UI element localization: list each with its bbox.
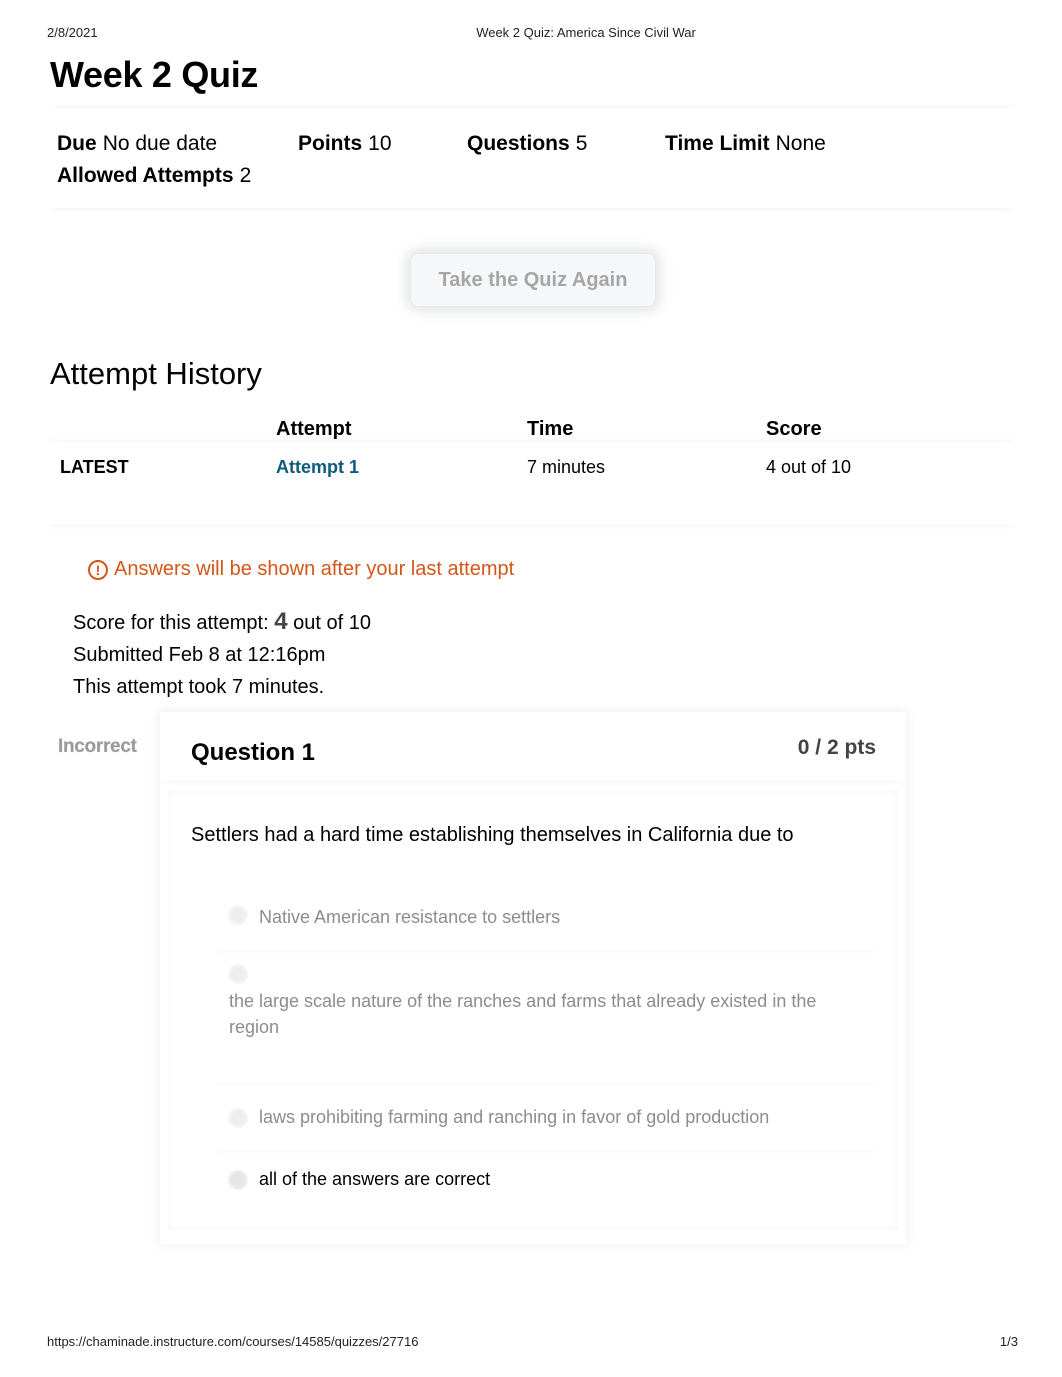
answer-option-selected: all of the answers are correct: [210, 1152, 880, 1212]
detail-points-label: Points: [298, 132, 363, 155]
question-card: Question 1 0 / 2 pts Settlers had a hard…: [160, 712, 906, 1244]
detail-allowed-attempts: Allowed Attempts 2: [57, 164, 251, 188]
column-header-score: Score: [766, 418, 822, 440]
answer-text: laws prohibiting farming and ranching in…: [259, 1107, 770, 1127]
score-line: Score for this attempt: 4 out of 10: [73, 606, 371, 639]
detail-due-value: No due date: [102, 132, 218, 155]
question-header: Question 1 0 / 2 pts: [160, 712, 906, 780]
detail-questions-value: 5: [575, 132, 588, 155]
detail-questions-label: Questions: [467, 132, 570, 155]
radio-button-icon: [228, 905, 248, 925]
attempt-score: 4 out of 10: [766, 457, 852, 477]
print-header: 2/8/2021 Week 2 Quiz: America Since Civi…: [0, 25, 1062, 41]
detail-points-value: 10: [368, 132, 392, 155]
question-text: Settlers had a hard time establishing th…: [191, 824, 794, 846]
page-title: Week 2 Quiz: [50, 54, 259, 95]
warning-circle-icon: !: [88, 559, 108, 580]
print-page-number: 1/3: [999, 1334, 1018, 1349]
radio-button-icon: [228, 1108, 248, 1128]
score-suffix: out of 10: [293, 612, 371, 634]
radio-button-icon: [228, 964, 248, 984]
attempt-summary: Score for this attempt: 4 out of 10 Subm…: [73, 606, 371, 703]
answer-option: the large scale nature of the ranches an…: [210, 957, 880, 1082]
detail-due: Due No due date: [57, 132, 217, 156]
detail-allowed-attempts-label: Allowed Attempts: [57, 164, 234, 187]
answer-option: Native American resistance to settlers: [210, 880, 880, 950]
print-document-title: Week 2 Quiz: America Since Civil War: [476, 25, 696, 40]
quiz-details: Due No due date Points 10 Questions 5 Time …: [44, 108, 1018, 208]
answer-option: laws prohibiting farming and ranching in…: [210, 1090, 880, 1150]
detail-due-label: Due: [57, 132, 97, 155]
radio-button-selected-icon: [228, 1170, 248, 1190]
score-value: 4: [274, 608, 288, 635]
detail-time-limit: Time Limit None: [665, 132, 826, 156]
answers-notice: ! Answers will be shown after your last …: [88, 558, 514, 581]
duration-line: This attempt took 7 minutes.: [73, 676, 325, 698]
attempt-time: 7 minutes: [527, 457, 606, 477]
table-row: [44, 442, 1018, 524]
detail-time-limit-value: None: [775, 132, 826, 155]
answer-text: all of the answers are correct: [259, 1169, 491, 1189]
take-quiz-again-button[interactable]: Take the Quiz Again: [410, 253, 656, 307]
attempt-1-link[interactable]: Attempt 1: [276, 457, 359, 478]
question-points: 0 / 2 pts: [797, 736, 876, 759]
column-header-time: Time: [527, 418, 574, 440]
column-header-attempt: Attempt: [276, 418, 352, 440]
answers-notice-text: Answers will be shown after your last at…: [114, 558, 515, 580]
question-title: Question 1: [191, 739, 316, 766]
print-url: https://chaminade.instructure.com/course…: [47, 1334, 419, 1349]
submitted-line: Submitted Feb 8 at 12:16pm: [73, 644, 326, 666]
latest-tag: LATEST: [60, 457, 129, 477]
answer-text: the large scale nature of the ranches an…: [229, 991, 817, 1037]
attempt-history-title: Attempt History: [50, 356, 262, 391]
detail-allowed-attempts-value: 2: [239, 164, 252, 187]
question-status-incorrect: Incorrect: [58, 736, 137, 757]
score-prefix: Score for this attempt:: [73, 612, 269, 634]
answer-text: Native American resistance to settlers: [259, 907, 561, 927]
detail-questions: Questions 5: [467, 132, 587, 156]
attempt-history-table: Attempt Time Score LATEST Attempt 1 7 mi…: [44, 410, 1018, 522]
detail-time-limit-label: Time Limit: [665, 132, 770, 155]
detail-points: Points 10: [298, 132, 392, 156]
